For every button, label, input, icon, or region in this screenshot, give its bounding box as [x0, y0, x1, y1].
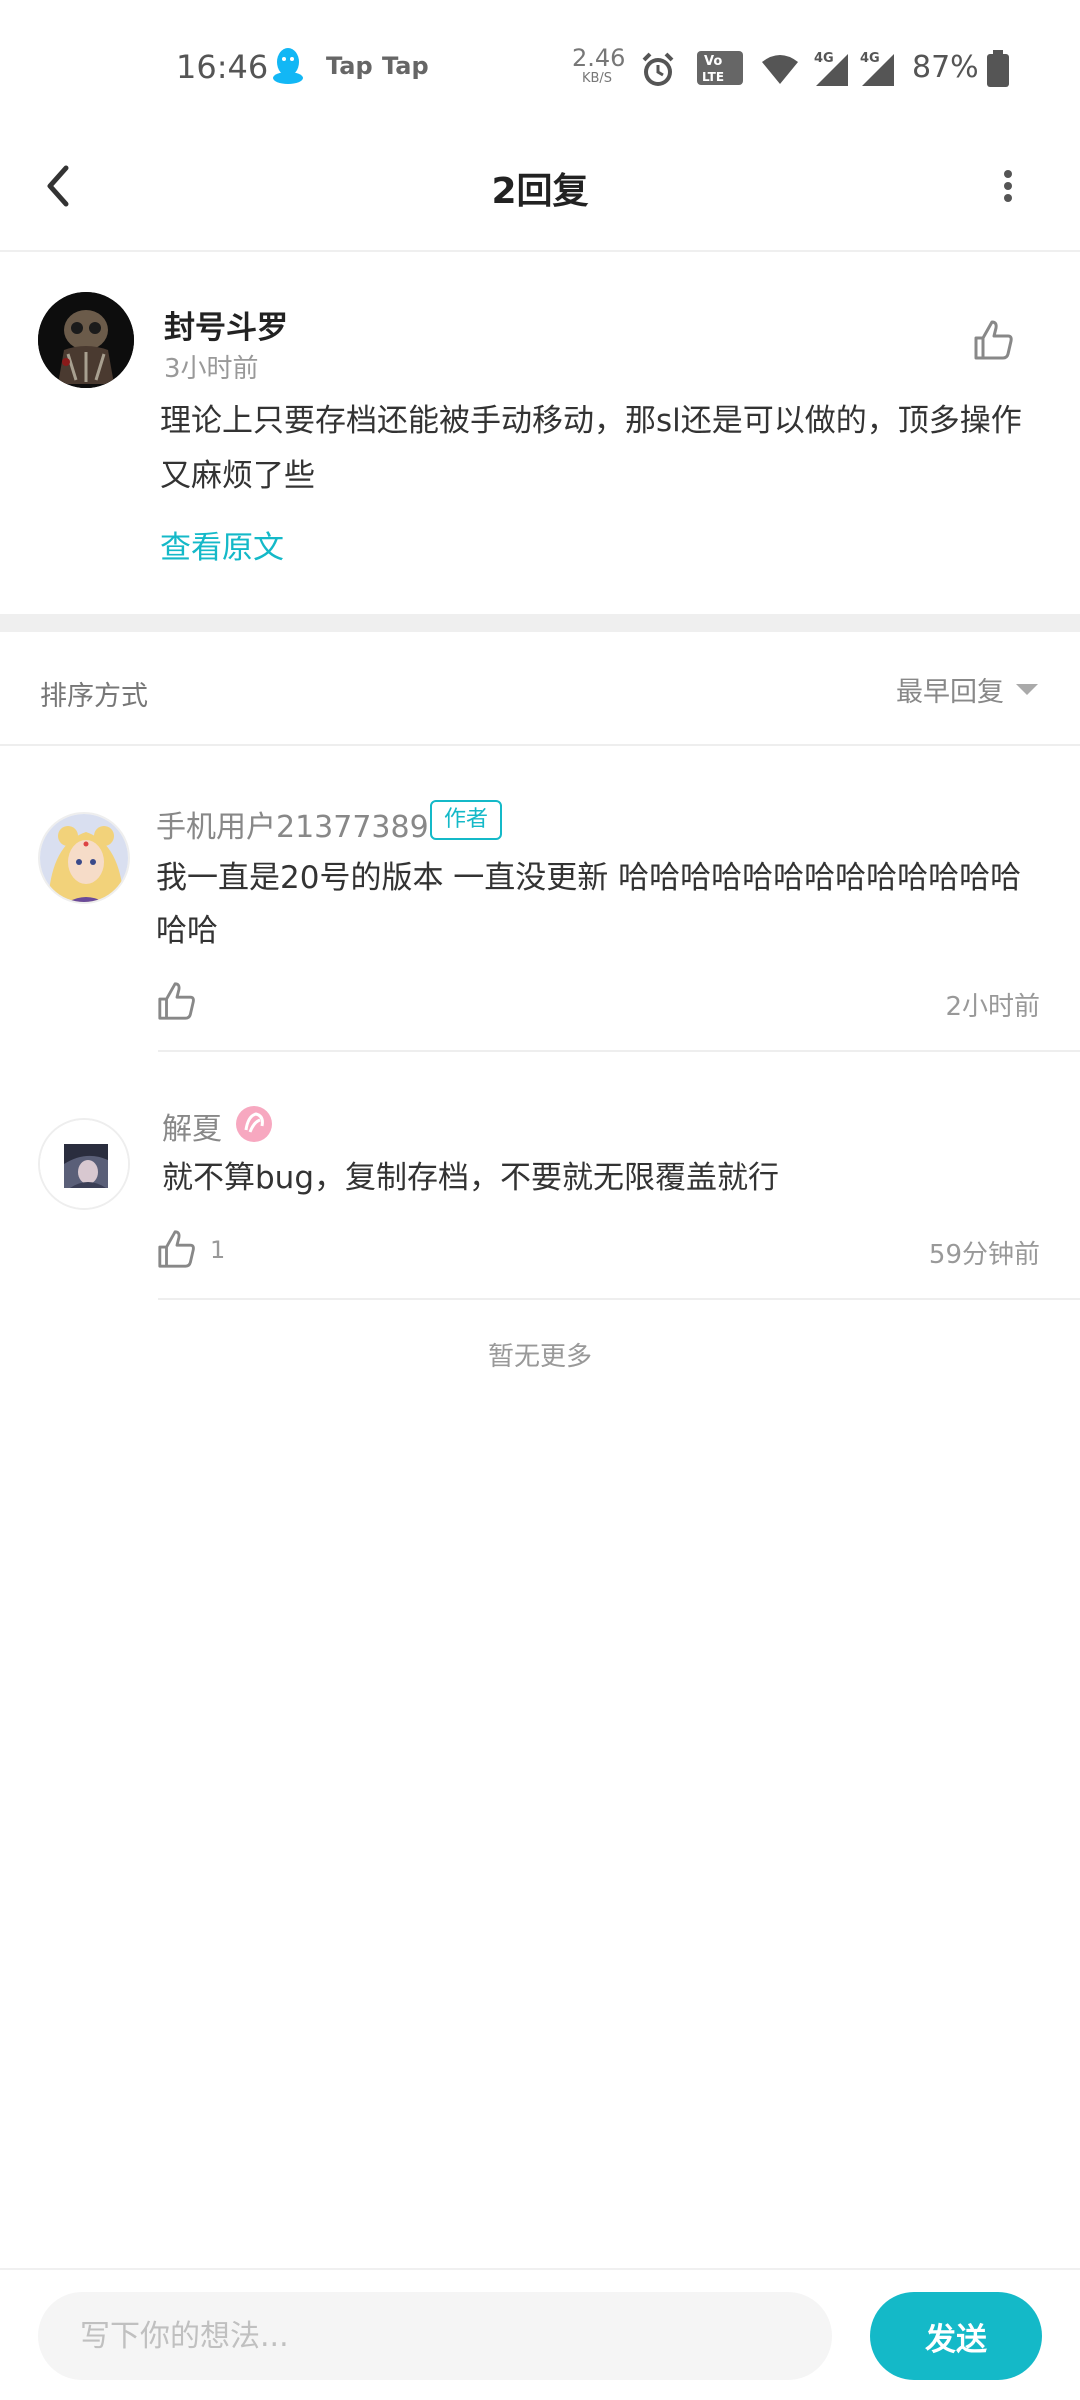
status-bar: 16:46 Tap Tap 2.46 KB/S Vo LTE 4G 4G 87%	[0, 0, 1080, 130]
svg-text:4G: 4G	[860, 51, 880, 66]
taptap-notification-icon: Tap	[382, 52, 429, 80]
taptap-notification-icon: Tap	[326, 52, 373, 80]
composer-bar: 发送	[0, 2268, 1080, 2400]
sort-dropdown[interactable]: 最早回复	[896, 672, 1038, 708]
no-more-text: 暂无更多	[487, 1342, 592, 1372]
sort-label: 排序方式	[40, 681, 148, 712]
comment-input[interactable]	[38, 2292, 832, 2380]
avatar[interactable]	[38, 1118, 130, 1210]
wifi-icon	[760, 52, 800, 90]
svg-text:Vo: Vo	[704, 54, 722, 69]
signal-4g-icon: 4G	[812, 48, 852, 92]
caret-down-icon	[1016, 683, 1038, 695]
status-time: 16:46	[176, 48, 269, 86]
reply-author[interactable]: 手机用户21377389	[156, 802, 429, 846]
like-count: 1	[210, 1236, 226, 1264]
author-name[interactable]: 封号斗罗	[164, 302, 288, 347]
thumbs-up-icon[interactable]	[972, 318, 1016, 362]
reply-time: 59分钟前	[928, 1240, 1040, 1270]
battery-percent: 87%	[912, 50, 979, 85]
alarm-icon	[638, 50, 678, 94]
svg-text:LTE: LTE	[702, 70, 724, 84]
user-badge-icon	[234, 1104, 274, 1148]
reply-content: 我一直是20号的版本 一直没更新 哈哈哈哈哈哈哈哈哈哈哈哈哈哈哈	[156, 860, 1022, 949]
avatar[interactable]	[38, 292, 134, 388]
nav-bar: 2回复	[0, 130, 1080, 252]
page-title: 2回复	[491, 171, 589, 212]
battery-icon	[986, 50, 1010, 92]
comment-content: 理论上只要存档还能被手动移动，那sl还是可以做的，顶多操作又麻烦了些	[160, 403, 1022, 494]
divider	[158, 1298, 1080, 1300]
reply-author[interactable]: 解夏	[162, 1104, 222, 1148]
thumbs-up-icon[interactable]	[156, 1228, 198, 1270]
qq-icon	[272, 46, 304, 90]
original-comment: 封号斗罗 3小时前 理论上只要存档还能被手动移动，那sl还是可以做的，顶多操作又…	[0, 252, 1080, 614]
view-original-link[interactable]: 查看原文	[160, 522, 284, 567]
divider	[158, 1050, 1080, 1052]
svg-text:4G: 4G	[814, 51, 834, 66]
signal-4g-icon: 4G	[858, 48, 898, 92]
more-vertical-icon[interactable]	[986, 156, 1030, 216]
reply-content: 就不算bug，复制存档，不要就无限覆盖就行	[162, 1160, 780, 1196]
thumbs-up-icon[interactable]	[156, 980, 198, 1022]
author-badge: 作者	[430, 800, 503, 840]
section-divider	[0, 614, 1080, 632]
reply-time: 2小时前	[945, 992, 1040, 1022]
back-icon[interactable]	[36, 156, 96, 216]
net-speed: 2.46 KB/S	[572, 44, 626, 86]
volte-icon: Vo LTE	[696, 50, 744, 90]
send-button[interactable]: 发送	[870, 2292, 1042, 2380]
post-time: 3小时前	[164, 354, 259, 384]
sort-row: 排序方式 最早回复	[0, 632, 1080, 746]
avatar[interactable]	[38, 812, 130, 904]
sort-selected: 最早回复	[896, 676, 1004, 708]
